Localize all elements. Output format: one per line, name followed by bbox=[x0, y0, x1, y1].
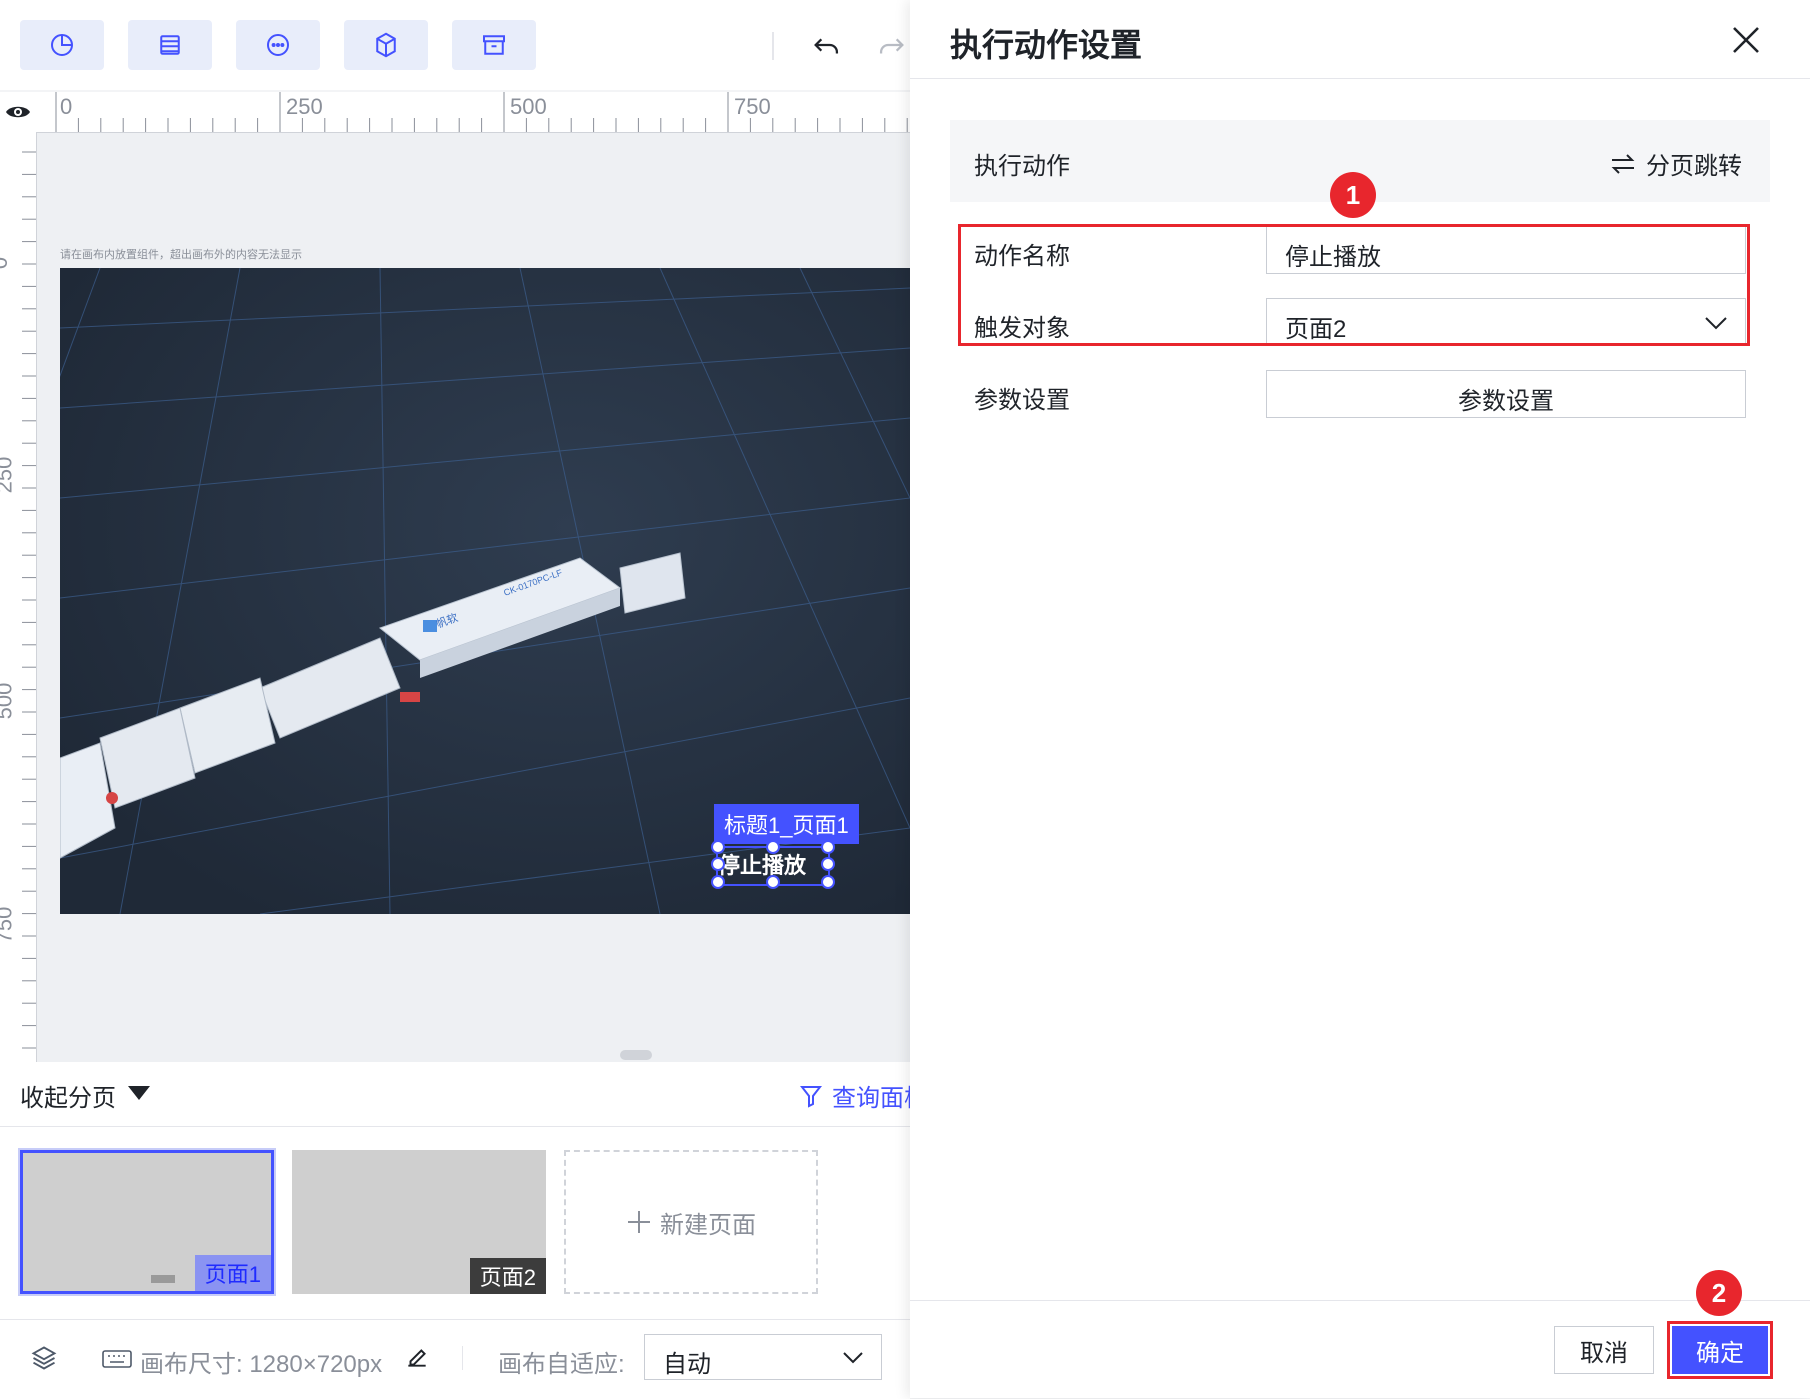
step-badge-2: 2 bbox=[1696, 1270, 1742, 1316]
vertical-ruler: 0 250 500 750 bbox=[0, 132, 37, 1062]
visibility-toggle[interactable] bbox=[0, 92, 36, 133]
page-thumb-label: 页面2 bbox=[469, 1258, 546, 1294]
layers-icon[interactable] bbox=[30, 1344, 58, 1372]
collapse-pages-toggle[interactable]: 收起分页 bbox=[20, 1078, 116, 1113]
page-thumb-label: 页面1 bbox=[194, 1255, 271, 1291]
v-ruler-label: 750 bbox=[0, 906, 17, 944]
panel-footer-divider bbox=[910, 1300, 1810, 1301]
undo-icon[interactable] bbox=[810, 28, 844, 62]
canvas-adapt-select[interactable]: 自动 bbox=[644, 1334, 882, 1380]
canvas-adapt-value: 自动 bbox=[663, 1351, 711, 1378]
cancel-button[interactable]: 取消 bbox=[1554, 1326, 1654, 1374]
more-component-button[interactable] bbox=[236, 20, 320, 70]
3d-component-button[interactable] bbox=[344, 20, 428, 70]
resize-handle[interactable] bbox=[766, 840, 780, 854]
resize-handle[interactable] bbox=[821, 857, 835, 871]
params-button-label: 参数设置 bbox=[1458, 388, 1554, 415]
more-circle-icon bbox=[267, 34, 289, 56]
step-badge-1: 1 bbox=[1330, 172, 1376, 218]
panel-header-divider bbox=[910, 78, 1810, 79]
bottombar-divider bbox=[462, 1346, 463, 1370]
resize-handle[interactable] bbox=[711, 857, 725, 871]
action-type-text: 分页跳转 bbox=[1646, 153, 1742, 180]
horizontal-ruler: 0 250 500 750 bbox=[36, 92, 910, 133]
cube-icon bbox=[376, 32, 396, 58]
top-toolbar bbox=[0, 0, 910, 90]
container-component-button[interactable] bbox=[452, 20, 536, 70]
h-ruler-label: 250 bbox=[286, 94, 323, 119]
pie-chart-icon bbox=[51, 34, 73, 56]
layers-list-icon bbox=[160, 35, 180, 55]
archive-box-icon bbox=[483, 35, 505, 55]
page-thumb-bar bbox=[151, 1275, 175, 1283]
page-thumb-1[interactable]: 页面1 bbox=[20, 1150, 274, 1294]
highlight-box bbox=[958, 224, 1750, 346]
redo-icon[interactable] bbox=[874, 28, 908, 62]
v-ruler-label: 0 bbox=[0, 257, 13, 269]
canvas-adapt-label: 画布自适应: bbox=[498, 1351, 625, 1378]
v-ruler-label: 500 bbox=[0, 682, 17, 720]
filter-icon bbox=[800, 1085, 822, 1108]
caret-down-icon[interactable] bbox=[128, 1086, 150, 1100]
confirm-button[interactable]: 确定 bbox=[1667, 1321, 1773, 1379]
resize-handle[interactable] bbox=[711, 875, 725, 889]
canvas-scroll-handle[interactable] bbox=[620, 1050, 652, 1060]
params-label: 参数设置 bbox=[974, 387, 1070, 414]
h-ruler-label: 500 bbox=[510, 94, 547, 119]
chevron-down-icon bbox=[843, 1352, 863, 1364]
canvas-hint: 请在画布内放置组件，超出画布外的内容无法显示 bbox=[60, 249, 302, 261]
swap-icon bbox=[1611, 153, 1635, 174]
resize-handle[interactable] bbox=[766, 875, 780, 889]
panel-title: 执行动作设置 bbox=[950, 27, 1143, 63]
h-ruler-label: 0 bbox=[60, 94, 73, 119]
action-type-value[interactable]: 分页跳转 bbox=[1610, 146, 1742, 181]
selected-component-text: 停止播放 bbox=[718, 853, 807, 878]
toolbar-divider bbox=[772, 32, 774, 60]
query-panel-button[interactable]: 查询面板 bbox=[800, 1078, 928, 1113]
page-thumb-2[interactable]: 页面2 bbox=[292, 1150, 546, 1294]
v-ruler-label: 250 bbox=[0, 456, 17, 494]
selection-tag[interactable]: 标题1_页面1 bbox=[714, 804, 859, 844]
h-ruler-label: 750 bbox=[734, 94, 771, 119]
chart-component-button[interactable] bbox=[20, 20, 104, 70]
resize-handle[interactable] bbox=[711, 840, 725, 854]
close-icon[interactable] bbox=[1726, 20, 1766, 60]
edit-icon[interactable] bbox=[404, 1344, 430, 1370]
table-component-button[interactable] bbox=[128, 20, 212, 70]
canvas-size-label: 画布尺寸: 1280×720px bbox=[140, 1351, 383, 1378]
resize-handle[interactable] bbox=[821, 840, 835, 854]
horizontal-ruler-ticks bbox=[55, 92, 908, 132]
params-button[interactable]: 参数设置 bbox=[1266, 370, 1746, 418]
resize-handle[interactable] bbox=[821, 875, 835, 889]
new-page-label: 新建页面 bbox=[660, 1211, 756, 1239]
action-type-label: 执行动作 bbox=[974, 153, 1070, 180]
keyboard-icon bbox=[102, 1350, 132, 1368]
new-page-button[interactable]: 新建页面 bbox=[564, 1150, 818, 1294]
plus-icon bbox=[628, 1211, 650, 1233]
eye-icon bbox=[6, 106, 30, 118]
